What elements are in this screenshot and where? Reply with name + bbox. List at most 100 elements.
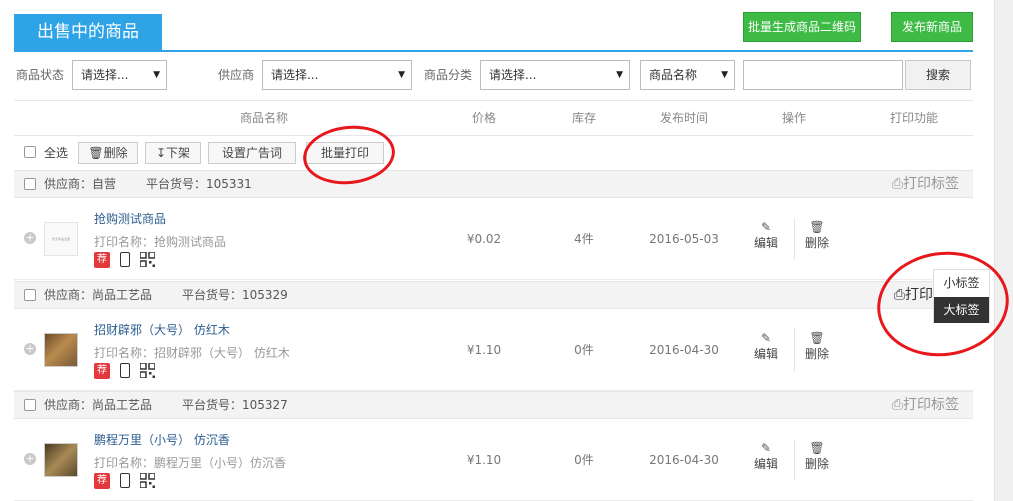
col-print: 打印功能 (889, 111, 938, 125)
select-all-label: 全选 (44, 146, 69, 160)
supplier-band: 供应商：自营 平台货号：105331 ⎙打印标签 (14, 170, 973, 198)
price: ¥1.10 (466, 453, 502, 467)
edit-icon: ✎ (760, 441, 772, 455)
product-name-link[interactable]: 招财辟邪（大号） 仿红木 (94, 321, 230, 338)
supplier-filter-label: 供应商 (218, 68, 255, 82)
divider (794, 329, 795, 371)
delete-button[interactable]: 🗑 删除 (799, 331, 835, 362)
recommend-badge: 荐 (94, 363, 110, 379)
stock: 0件 (574, 343, 594, 357)
col-name: 商品名称 (239, 111, 288, 125)
print-name: 打印名称：鹏程万里（小号）仿沉香 (94, 456, 287, 470)
group-checkbox[interactable] (24, 289, 36, 301)
batch-qr-button[interactable]: 批量生成商品二维码 (743, 12, 861, 42)
group-checkbox[interactable] (24, 399, 36, 411)
sku-number: 平台货号：105329 (182, 288, 288, 302)
print-label-text: 打印标签 (903, 397, 959, 413)
chevron-down-icon: ▼ (721, 70, 728, 80)
qrcode-icon[interactable] (140, 473, 155, 488)
delete-button[interactable]: 🗑 删除 (799, 441, 835, 472)
page-header: 出售中的商品 批量生成商品二维码 发布新商品 (14, 12, 973, 52)
supplier-band: 供应商：尚品工艺品 平台货号：105329 ⎙打印 (14, 281, 973, 309)
qrcode-icon[interactable] (140, 252, 155, 267)
search-input[interactable] (743, 60, 903, 90)
select-all-checkbox[interactable] (24, 146, 36, 158)
delete-button[interactable]: 🗑 删除 (799, 220, 835, 251)
recommend-badge: 荐 (94, 252, 110, 268)
price: ¥1.10 (466, 343, 502, 357)
print-name: 打印名称：招财辟邪（大号） 仿红木 (94, 346, 290, 360)
sku-number: 平台货号：105331 (146, 177, 252, 191)
set-ad-button[interactable]: 设置广告词 (208, 142, 296, 164)
trash-icon: 🗑 (809, 220, 825, 234)
price: ¥0.02 (466, 232, 502, 246)
chevron-down-icon: ▼ (616, 70, 623, 80)
status-select-value: 请选择... (81, 68, 129, 82)
search-field-value: 商品名称 (649, 68, 698, 82)
search-button[interactable]: 搜索 (905, 60, 971, 90)
group-checkbox[interactable] (24, 178, 36, 190)
trash-icon: 🗑 (88, 146, 104, 160)
print-name: 打印名称：抢购测试商品 (94, 235, 227, 249)
chevron-down-icon: ▼ (398, 70, 405, 80)
expand-icon[interactable]: + (24, 453, 36, 465)
search-field-select[interactable]: 商品名称 ▼ (640, 60, 735, 90)
publish-product-button[interactable]: 发布新商品 (891, 12, 973, 42)
vertical-scrollbar[interactable] (994, 0, 1013, 501)
print-label-button[interactable]: ⎙打印标签 (892, 392, 959, 418)
delete-label: 删除 (804, 236, 829, 250)
expand-icon[interactable]: + (24, 232, 36, 244)
thumbnail-placeholder-text: 暂无商品主图 (51, 237, 70, 241)
publish-date: 2016-04-30 (649, 343, 719, 357)
expand-icon[interactable]: + (24, 343, 36, 355)
product-name-link[interactable]: 鹏程万里（小号） 仿沉香 (94, 431, 230, 448)
supplier-name: 供应商：自营 (44, 177, 117, 191)
product-thumbnail (44, 443, 78, 477)
table-row: + 鹏程万里（小号） 仿沉香 打印名称：鹏程万里（小号）仿沉香 荐 ¥1.10 … (14, 419, 973, 501)
col-stock: 库存 (571, 111, 596, 125)
printer-icon: ⎙ (891, 397, 903, 413)
category-select[interactable]: 请选择... ▼ (480, 60, 630, 90)
edit-button[interactable]: ✎ 编辑 (748, 441, 784, 472)
divider (794, 439, 795, 481)
supplier-select-value: 请选择... (271, 68, 319, 82)
supplier-name: 供应商：尚品工艺品 (44, 288, 153, 302)
mobile-icon[interactable] (120, 473, 130, 488)
page-title: 出售中的商品 (14, 14, 162, 50)
batch-unlist-button[interactable]: ↧下架 (145, 142, 201, 164)
col-date: 发布时间 (659, 111, 708, 125)
print-label-text: 打印标签 (903, 176, 959, 192)
batch-delete-button[interactable]: 🗑删除 (78, 142, 138, 164)
printer-icon: ⎙ (891, 176, 903, 192)
supplier-select[interactable]: 请选择... ▼ (262, 60, 412, 90)
qrcode-icon[interactable] (140, 363, 155, 378)
table-row: + 招财辟邪（大号） 仿红木 打印名称：招财辟邪（大号） 仿红木 荐 ¥1.10… (14, 309, 973, 391)
supplier-name: 供应商：尚品工艺品 (44, 398, 153, 412)
product-thumbnail (44, 333, 78, 367)
divider (794, 218, 795, 260)
delete-label: 删除 (804, 457, 829, 471)
table-row: + 暂无商品主图 抢购测试商品 打印名称：抢购测试商品 荐 ¥0.02 4件 2… (14, 198, 973, 280)
mobile-icon[interactable] (120, 363, 130, 378)
stock: 0件 (574, 453, 594, 467)
delete-label: 删除 (804, 347, 829, 361)
status-select[interactable]: 请选择... ▼ (72, 60, 167, 90)
product-thumbnail: 暂无商品主图 (44, 222, 78, 256)
chevron-down-icon: ▼ (153, 70, 160, 80)
status-filter-label: 商品状态 (16, 68, 65, 82)
mobile-icon[interactable] (120, 252, 130, 267)
edit-button[interactable]: ✎ 编辑 (748, 220, 784, 251)
trash-icon: 🗑 (809, 331, 825, 345)
col-ops: 操作 (781, 111, 806, 125)
edit-button[interactable]: ✎ 编辑 (748, 331, 784, 362)
category-select-value: 请选择... (489, 68, 537, 82)
print-label-button[interactable]: ⎙打印标签 (892, 171, 959, 197)
edit-label: 编辑 (753, 347, 778, 361)
col-price: 价格 (471, 111, 496, 125)
product-name-link[interactable]: 抢购测试商品 (94, 210, 166, 227)
publish-date: 2016-05-03 (649, 232, 719, 246)
batch-delete-label: 删除 (103, 146, 128, 160)
table-header: 商品名称 价格 库存 发布时间 操作 打印功能 (14, 100, 973, 136)
publish-date: 2016-04-30 (649, 453, 719, 467)
recommend-badge: 荐 (94, 473, 110, 489)
